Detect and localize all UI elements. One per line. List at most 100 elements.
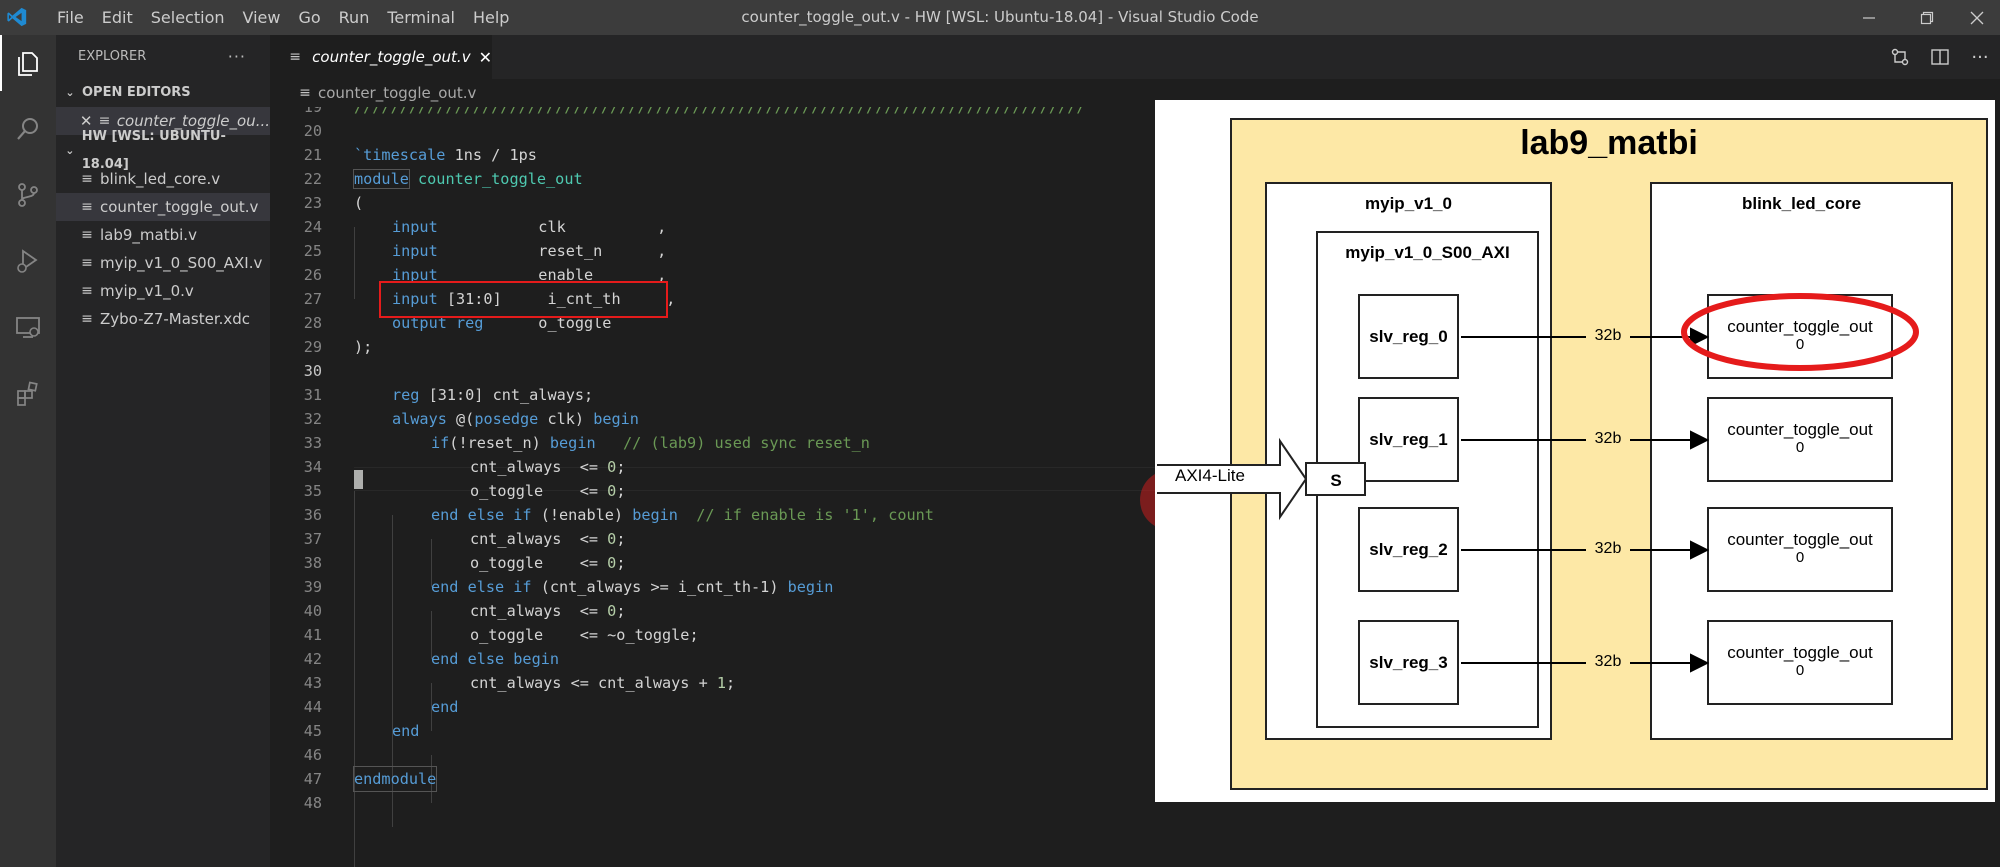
vscode-logo-icon[interactable] [6, 6, 28, 28]
code-token: end else if [431, 506, 532, 524]
file-lines-icon: ≡ [81, 255, 93, 271]
file-label: Zybo-Z7-Master.xdc [100, 310, 251, 328]
restore-button[interactable] [1904, 0, 1950, 35]
more-actions-icon[interactable]: ··· [228, 35, 246, 79]
code-text: end [392, 722, 420, 740]
code-line: 23 ( [270, 191, 1155, 215]
line-number: 22 [303, 170, 322, 188]
text-cursor [354, 470, 363, 489]
line-number: 47 [303, 770, 322, 788]
menu-terminal[interactable]: Terminal [378, 0, 464, 35]
close-tab-icon[interactable]: ✕ [479, 48, 492, 67]
line-number: 28 [303, 314, 322, 332]
editor-tab[interactable]: ≡ counter_toggle_out.v ✕ [270, 35, 492, 79]
menu-file[interactable]: File [48, 0, 93, 35]
line-number: 43 [303, 674, 322, 692]
code-token: 0 [607, 530, 617, 548]
workspace-section[interactable]: ⌄ HW [WSL: UBUNTU-18.04] [56, 129, 270, 172]
code-token: clk , [437, 218, 667, 236]
line-number: 36 [303, 506, 322, 524]
code-text: end [431, 698, 459, 716]
bus-width-label: 32b [1586, 651, 1630, 675]
file-item-active[interactable]: ≡ counter_toggle_out.v [56, 193, 270, 221]
breadcrumb-file: counter_toggle_out.v [318, 84, 477, 102]
code-token: @( [446, 410, 475, 428]
menu-go[interactable]: Go [289, 0, 329, 35]
source-control-icon [18, 183, 38, 207]
menu-selection[interactable]: Selection [142, 0, 234, 35]
file-item[interactable]: ≡ Zybo-Z7-Master.xdc [56, 305, 270, 333]
code-text: o_toggle <= 0; [470, 551, 625, 575]
code-line: 32 always @(posedge clk) begin [270, 407, 1155, 431]
tab-label: counter_toggle_out.v [312, 48, 471, 66]
explorer-sidebar: EXPLORER ··· ⌄ OPEN EDITORS ✕ ≡ counter_… [56, 35, 270, 867]
code-token: ; [616, 530, 626, 548]
close-icon [1970, 11, 1984, 24]
code-text: end else if (cnt_always >= i_cnt_th-1) b… [431, 575, 833, 599]
file-lines-icon: ≡ [81, 311, 93, 327]
activity-run-debug[interactable] [0, 233, 56, 289]
activity-explorer[interactable] [0, 35, 56, 91]
code-token: posedge [474, 410, 539, 428]
restore-icon [1920, 11, 1934, 24]
activity-search[interactable] [0, 101, 56, 157]
line-number: 32 [303, 410, 322, 428]
code-line: 42 end else begin [270, 647, 1155, 671]
code-token: counter_toggle_out [408, 170, 583, 188]
code-text: always @(posedge clk) begin [392, 407, 639, 431]
search-icon [17, 118, 38, 140]
menu-edit[interactable]: Edit [93, 0, 142, 35]
code-token: (cnt_always >= i_cnt_th-1) [531, 578, 788, 596]
split-editor-button[interactable] [1920, 35, 1960, 79]
code-token: cnt_always <= cnt_always + [470, 674, 717, 692]
menu-bar: File Edit Selection View Go Run Terminal… [48, 0, 518, 35]
line-number: 42 [303, 650, 322, 668]
code-text: end else begin [431, 650, 560, 668]
code-line: 46 [270, 743, 1155, 767]
menu-run[interactable]: Run [330, 0, 379, 35]
file-label: counter_toggle_out.v [100, 198, 259, 216]
code-token: cnt_always <= [470, 458, 608, 476]
code-text: o_toggle <= 0; [470, 479, 625, 503]
code-token: `timescale [354, 146, 446, 164]
file-item[interactable]: ≡ myip_v1_0_S00_AXI.v [56, 249, 270, 277]
code-line: 44 end [270, 695, 1155, 719]
code-line: 38 o_toggle <= 0; [270, 551, 1155, 575]
code-token: ; [616, 554, 626, 572]
open-editors-section[interactable]: ⌄ OPEN EDITORS [56, 79, 270, 107]
more-editor-actions-button[interactable]: ··· [1960, 35, 2000, 79]
code-line: 40 cnt_always <= 0; [270, 599, 1155, 623]
activity-extensions[interactable] [0, 365, 56, 421]
file-item[interactable]: ≡ lab9_matbi.v [56, 221, 270, 249]
code-line: 25 input reset_n , [270, 239, 1155, 263]
code-line: 36 end else if (!enable) begin // if enab… [270, 503, 1155, 527]
code-line: 48 [270, 791, 1155, 815]
file-label: blink_led_core.v [100, 170, 221, 188]
code-token: 0 [607, 482, 617, 500]
menu-help[interactable]: Help [464, 0, 518, 35]
code-token: begin [632, 506, 678, 524]
activity-remote-explorer[interactable] [0, 299, 56, 355]
line-number: 19 [303, 107, 322, 116]
open-changes-button[interactable] [1880, 35, 1920, 79]
code-editor[interactable]: 19 //////////////////////////////////////… [270, 107, 1155, 867]
code-token: reset_n , [437, 242, 667, 260]
code-line: 33 if(!reset_n) begin // (lab9) used sync… [270, 431, 1155, 455]
breadcrumb[interactable]: ≡ counter_toggle_out.v [270, 79, 1155, 107]
code-text: input clk , [392, 215, 666, 239]
activity-source-control[interactable] [0, 167, 56, 223]
line-number: 20 [303, 122, 322, 140]
line-number: 27 [303, 290, 322, 308]
code-token: input [392, 242, 438, 260]
code-text: cnt_always <= 0; [470, 455, 625, 479]
line-number: 39 [303, 578, 322, 596]
activity-bar [0, 35, 56, 867]
code-line: 30 [270, 359, 1155, 383]
file-item[interactable]: ≡ myip_v1_0.v [56, 277, 270, 305]
line-number: 35 [303, 482, 322, 500]
minimize-button[interactable] [1846, 0, 1892, 35]
code-line: 37 cnt_always <= 0; [270, 527, 1155, 551]
menu-view[interactable]: View [234, 0, 290, 35]
close-window-button[interactable] [1954, 0, 2000, 35]
code-line: 34 cnt_always <= 0; [270, 455, 1155, 479]
